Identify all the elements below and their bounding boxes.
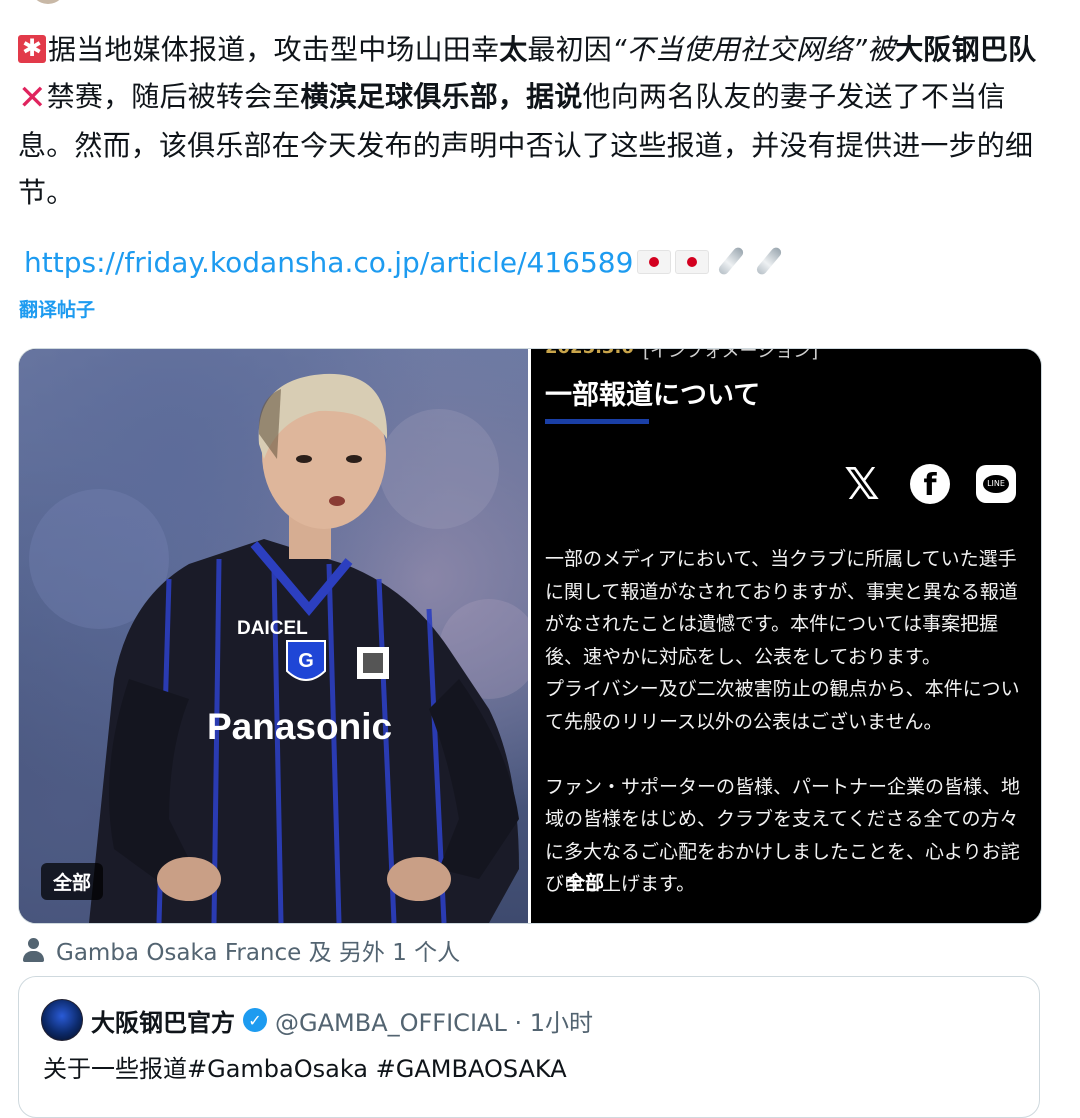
alt-badge-right[interactable]: 全部 [566, 863, 604, 900]
player-illustration: G DAICEL Panasonic [29, 373, 528, 923]
quoted-author-avatar[interactable] [41, 999, 83, 1041]
svg-text:G: G [298, 650, 314, 672]
japan-flag-emoji-icon [675, 250, 710, 274]
media-gallery[interactable]: G DAICEL Panasonic 2025.3.6 [インフォメーション] … [18, 348, 1042, 924]
alt-badge-left[interactable]: 全部 [41, 863, 104, 900]
jersey-sponsor-panasonic: Panasonic [207, 706, 392, 747]
statement-category: [インフォメーション] [643, 348, 819, 362]
club-statement-image[interactable]: 2025.3.6 [インフォメーション] 一部報道について 𝕏 f LINE 一… [531, 349, 1041, 923]
quoted-post-header: 大阪钢巴官方 ✓ @GAMBA_OFFICIAL · 1小时 [41, 999, 593, 1041]
jersey-sponsor-daicel: DAICEL [237, 618, 308, 639]
statement-body: 一部のメディアにおいて、当クラブに所属していた選手に関して報道がなされております… [545, 548, 1021, 895]
quoted-author-handle: @GAMBA_OFFICIAL · 1小时 [275, 1008, 593, 1037]
newspaper-roll-emoji-icon [755, 245, 784, 277]
verified-badge-icon: ✓ [243, 1008, 267, 1032]
statement-heading: 一部報道について [545, 380, 761, 411]
statement-date: 2025.3.6 [545, 349, 634, 358]
previous-post-edge [0, 0, 1080, 6]
player-photo[interactable]: G DAICEL Panasonic [19, 349, 528, 923]
tagged-people-row[interactable]: Gamba Osaka France 及 另外 1 个人 [22, 933, 460, 967]
siren-emoji-icon [18, 33, 46, 63]
translate-post-link[interactable]: 翻译帖子 [19, 295, 95, 322]
facebook-share-icon: f [907, 461, 953, 507]
x-share-icon: 𝕏 [844, 458, 880, 510]
author-avatar-edge[interactable] [30, 0, 66, 4]
tweet-text: 据当地媒体报道，攻击型中场山田幸太最初因“不当使用社交网络”被大阪钢巴队✕禁赛，… [18, 26, 1038, 216]
quoted-author-name[interactable]: 大阪钢巴官方 [91, 1003, 235, 1038]
tagged-people-text: Gamba Osaka France 及 另外 1 个人 [56, 940, 461, 966]
heading-underline [545, 419, 649, 424]
quoted-post-text: 关于一些报道#GambaOsaka #GAMBAOSAKA [43, 1055, 567, 1083]
article-link[interactable]: https://friday.kodansha.co.jp/article/41… [24, 246, 633, 279]
line-share-icon: LINE [973, 461, 1019, 507]
newspaper-roll-emoji-icon [717, 245, 746, 277]
article-link-row: https://friday.kodansha.co.jp/article/41… [24, 245, 785, 279]
quoted-post[interactable]: 大阪钢巴官方 ✓ @GAMBA_OFFICIAL · 1小时 关于一些报道#Ga… [18, 976, 1040, 1118]
japan-flag-emoji-icon [637, 250, 672, 274]
club-crest-icon: G [286, 640, 326, 681]
cross-mark-emoji-icon: ✕ [18, 78, 47, 118]
person-icon [22, 938, 44, 962]
